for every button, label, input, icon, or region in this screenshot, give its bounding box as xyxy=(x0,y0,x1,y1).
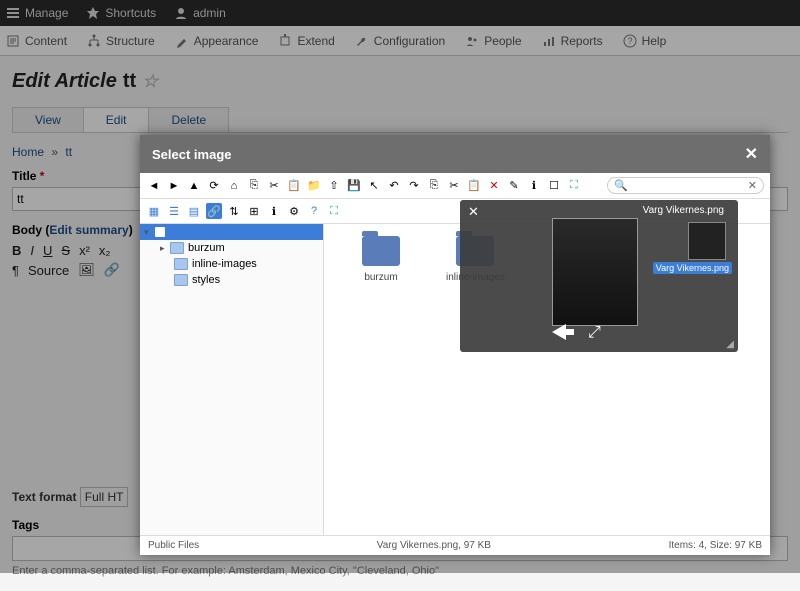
resize-handle-icon[interactable]: ◢ xyxy=(726,339,734,350)
redo-icon[interactable]: ↷ xyxy=(406,178,422,194)
forward-icon[interactable]: ► xyxy=(166,178,182,194)
info-icon[interactable]: ℹ xyxy=(266,203,282,219)
cutfile-icon[interactable]: ✂ xyxy=(446,178,462,194)
view-compact-icon[interactable]: ▤ xyxy=(186,203,202,219)
home-icon[interactable]: ⌂ xyxy=(226,178,242,194)
delete-icon[interactable]: ✕ xyxy=(486,178,502,194)
select-icon[interactable]: ↖ xyxy=(366,178,382,194)
save-icon[interactable]: 💾 xyxy=(346,178,362,194)
folder-burzum[interactable]: burzum xyxy=(336,236,426,283)
dialog-close-button[interactable]: ✕ xyxy=(745,144,758,164)
fullscreen-icon[interactable]: ⛶ xyxy=(566,178,582,194)
file-search[interactable]: 🔍 ✕ xyxy=(607,177,764,194)
file-browser-toolbar: ◄ ► ▲ ⟳ ⌂ ⎘ ✂ 📋 📁 ⇧ 💾 ↖ ↶ ↷ ⎘ ✂ 📋 ✕ ✎ ℹ … xyxy=(140,173,770,199)
copyfile-icon[interactable]: ⎘ xyxy=(426,178,442,194)
pastefile-icon[interactable]: 📋 xyxy=(466,178,482,194)
preview-thumbnail-small[interactable] xyxy=(688,222,726,260)
preview-thumb-label: Varg Vikernes.png xyxy=(653,262,732,274)
tree-item-label: inline-images xyxy=(192,258,257,270)
folder-icon xyxy=(170,242,184,254)
paste-icon[interactable]: 📋 xyxy=(286,178,302,194)
tree-root[interactable]: ▾ xyxy=(140,224,323,240)
help2-icon[interactable]: ? xyxy=(306,203,322,219)
tree-icon[interactable]: ⊞ xyxy=(246,203,262,219)
folder-icon xyxy=(174,258,188,270)
view-list-icon[interactable]: ☰ xyxy=(166,203,182,219)
copy-icon[interactable]: ⎘ xyxy=(246,178,262,194)
status-center: Varg Vikernes.png, 97 KB xyxy=(377,540,491,551)
up-icon[interactable]: ▲ xyxy=(186,178,202,194)
tree-item-burzum[interactable]: ▸ burzum xyxy=(140,240,323,256)
sort-icon[interactable]: ⇅ xyxy=(226,203,242,219)
cut-icon[interactable]: ✂ xyxy=(266,178,282,194)
expand-preview-icon[interactable]: ⤢ xyxy=(588,324,601,342)
clear-search-icon[interactable]: ✕ xyxy=(748,179,757,192)
dialog-title: Select image xyxy=(152,147,232,162)
tree-item-label: styles xyxy=(192,274,220,286)
preview-thumbnail[interactable] xyxy=(552,218,638,326)
file-browser-statusbar: Public Files Varg Vikernes.png, 97 KB It… xyxy=(140,535,770,555)
undo-icon[interactable]: ↶ xyxy=(386,178,402,194)
view-icons-icon[interactable]: ▦ xyxy=(146,203,162,219)
rename-icon[interactable]: ✎ xyxy=(506,178,522,194)
search-icon: 🔍 xyxy=(614,179,628,192)
expand-tri-icon[interactable]: ▸ xyxy=(160,243,168,254)
folder-tree: ▾ ▸ burzum inline-images styles xyxy=(140,224,324,535)
view-preview-icon[interactable]: 🔗 xyxy=(206,203,222,219)
tree-item-styles[interactable]: styles xyxy=(140,272,323,288)
preview-filename: Varg Vikernes.png xyxy=(643,205,724,216)
settings-icon[interactable]: ⚙ xyxy=(286,203,302,219)
refresh-icon[interactable]: ⟳ xyxy=(206,178,222,194)
dialog-header: Select image ✕ xyxy=(140,135,770,173)
prev-image-icon[interactable] xyxy=(552,324,566,340)
back-icon[interactable]: ◄ xyxy=(146,178,162,194)
folder-label: burzum xyxy=(364,272,397,283)
tree-item-inline-images[interactable]: inline-images xyxy=(140,256,323,272)
status-left: Public Files xyxy=(148,540,199,551)
props-icon[interactable]: ℹ xyxy=(526,178,542,194)
newfolder-icon[interactable]: 📁 xyxy=(306,178,322,194)
folder-icon xyxy=(174,274,188,286)
expand-icon[interactable]: ⛶ xyxy=(326,203,342,219)
status-right: Items: 4, Size: 97 KB xyxy=(669,540,762,551)
preview-close-button[interactable]: ✕ xyxy=(468,204,479,220)
file-search-input[interactable] xyxy=(628,180,748,192)
image-preview-popup: ✕ Varg Vikernes.png Varg Vikernes.png ⤢ … xyxy=(460,200,738,352)
folder-icon xyxy=(362,236,400,266)
selectall-icon[interactable]: ☐ xyxy=(546,178,562,194)
drive-icon xyxy=(154,226,166,238)
upload-icon[interactable]: ⇧ xyxy=(326,178,342,194)
expand-tri-icon[interactable]: ▾ xyxy=(144,227,152,238)
tree-item-label: burzum xyxy=(188,242,225,254)
